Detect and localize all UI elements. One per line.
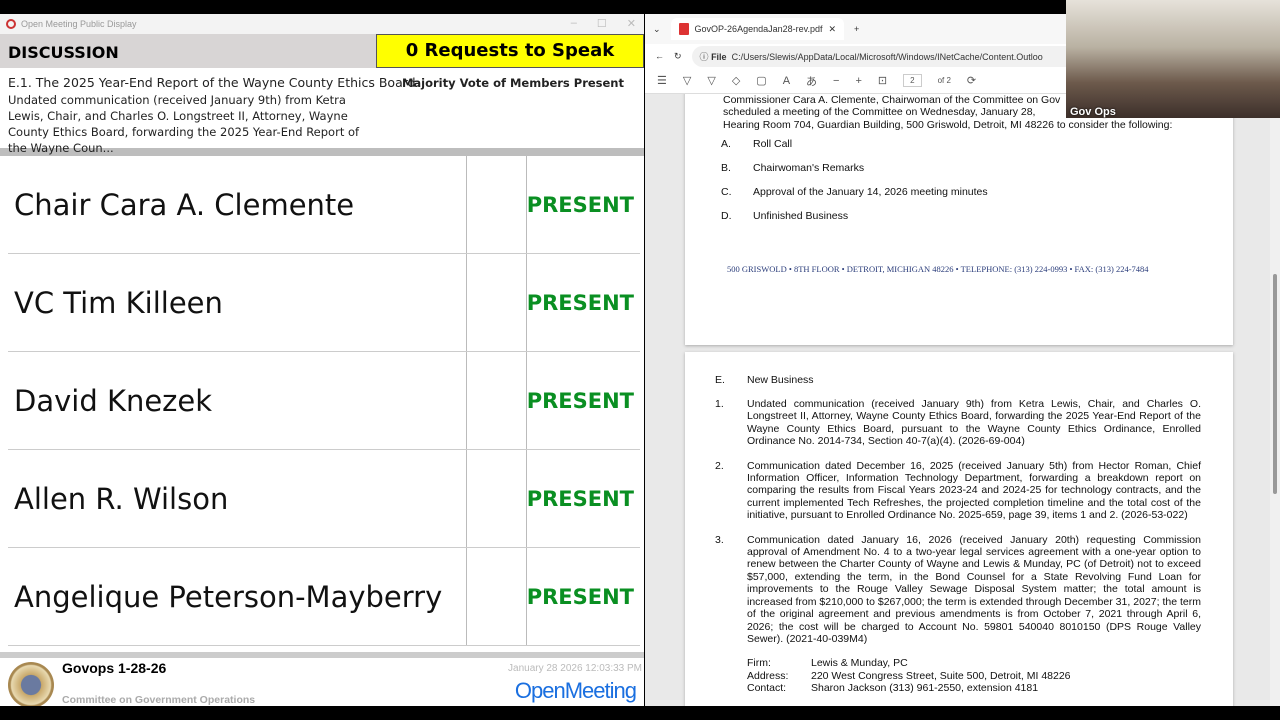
maximize-icon[interactable]: ☐ bbox=[597, 17, 607, 30]
scrollbar-thumb[interactable] bbox=[1273, 274, 1277, 494]
browser-tab[interactable]: GovOP-26AgendaJan28-rev.pdf ✕ bbox=[670, 18, 845, 40]
close-icon[interactable]: ✕ bbox=[627, 17, 636, 30]
highlight-icon[interactable]: ▽ bbox=[683, 74, 691, 87]
member-name: VC Tim Killeen bbox=[8, 254, 467, 351]
county-seal-icon bbox=[8, 662, 54, 708]
roster-row: VC Tim Killeen PRESENT bbox=[8, 254, 640, 352]
agenda-letter: A. bbox=[721, 138, 731, 150]
openmeeting-logo: OpenMeeting bbox=[514, 678, 637, 703]
pdf-icon bbox=[678, 23, 689, 35]
agenda-letter: C. bbox=[721, 186, 732, 198]
minimize-icon[interactable]: – bbox=[571, 17, 577, 30]
refresh-icon[interactable]: ↻ bbox=[674, 51, 682, 62]
contact-key: Address: bbox=[747, 669, 789, 682]
roster: Chair Cara A. Clemente PRESENT VC Tim Kil… bbox=[8, 156, 640, 646]
roster-row: Allen R. Wilson PRESENT bbox=[8, 450, 640, 548]
agenda-item: C. Approval of the January 14, 2026 meeti… bbox=[721, 186, 988, 198]
contents-icon[interactable]: ☰ bbox=[657, 74, 667, 87]
item-text: Undated communication (received January … bbox=[747, 398, 1201, 448]
tab-list-chevron-icon[interactable]: ⌄ bbox=[653, 24, 661, 35]
member-status: PRESENT bbox=[526, 290, 634, 315]
member-name: Allen R. Wilson bbox=[8, 450, 467, 547]
draw-icon[interactable]: ▽ bbox=[707, 74, 715, 87]
window-titlebar: Open Meeting Public Display – ☐ ✕ bbox=[0, 14, 644, 34]
contact-value: 220 West Congress Street, Suite 500, Det… bbox=[811, 669, 1071, 682]
committee-name: Committee on Government Operations bbox=[62, 694, 256, 706]
member-name: David Knezek bbox=[8, 352, 467, 449]
contact-key: Firm: bbox=[747, 657, 771, 670]
item-body: Undated communication (received January … bbox=[8, 93, 360, 155]
scrollbar[interactable] bbox=[1270, 94, 1280, 706]
window-title: Open Meeting Public Display bbox=[21, 19, 137, 29]
member-status: PRESENT bbox=[526, 192, 634, 217]
close-tab-icon[interactable]: ✕ bbox=[828, 24, 836, 35]
agenda-text: Approval of the January 14, 2026 meeting… bbox=[753, 186, 988, 198]
agenda-item: 2. Communication dated December 16, 2025 … bbox=[715, 460, 1201, 522]
agenda-item: 3. Communication dated January 16, 2026 (… bbox=[715, 534, 1201, 646]
pdf-text: Hearing Room 704, Guardian Building, 500… bbox=[723, 118, 1173, 131]
item-number: 2. bbox=[715, 459, 724, 472]
pdf-page: E. New Business 1. Undated communication (… bbox=[685, 352, 1233, 706]
roster-row: Angelique Peterson-Mayberry PRESENT bbox=[8, 548, 640, 646]
roster-row: David Knezek PRESENT bbox=[8, 352, 640, 450]
pdf-page: Commissioner Cara A. Clemente, Chairwoma… bbox=[685, 94, 1233, 345]
open-meeting-display: Open Meeting Public Display – ☐ ✕ DISCUSSI… bbox=[0, 14, 644, 708]
item-number: 3. bbox=[715, 533, 724, 546]
page-count: of 2 bbox=[937, 76, 951, 85]
url-text: C:/Users/Slewis/AppData/Local/Microsoft/… bbox=[731, 51, 1043, 62]
agenda-text: Roll Call bbox=[753, 138, 793, 150]
video-feed: Gov Ops bbox=[1066, 0, 1280, 118]
contact-block: Firm: Lewis & Munday, PC Address: 220 West… bbox=[715, 657, 1201, 694]
back-icon[interactable]: ← bbox=[655, 51, 664, 61]
agenda-item: D. Unfinished Business bbox=[721, 210, 988, 222]
translate-icon[interactable]: あ bbox=[806, 73, 817, 89]
member-name: Angelique Peterson-Mayberry bbox=[8, 548, 467, 645]
rotate-icon[interactable]: ⟳ bbox=[967, 74, 976, 87]
vote-type: Majority Vote of Members Present bbox=[401, 76, 624, 90]
agenda-letter: D. bbox=[721, 210, 732, 222]
page-number-input[interactable]: 2 bbox=[903, 74, 922, 87]
item-text: Communication dated January 16, 2026 (re… bbox=[747, 533, 1201, 645]
new-tab-icon[interactable]: + bbox=[854, 24, 859, 34]
read-aloud-icon[interactable]: A bbox=[783, 75, 790, 87]
contact-value: Sharon Jackson (313) 961-2550, extension… bbox=[811, 682, 1039, 695]
item-number: 1. bbox=[715, 398, 724, 410]
agenda-item: 1. Undated communication (received Januar… bbox=[715, 398, 1201, 448]
requests-to-speak: 0 Requests to Speak bbox=[376, 34, 644, 68]
letterhead-address: 500 GRISWOLD • 8TH FLOOR • DETROIT, MICH… bbox=[727, 264, 1149, 274]
member-name: Chair Cara A. Clemente bbox=[8, 156, 467, 253]
contact-key: Contact: bbox=[747, 682, 787, 695]
footer: Govops 1-28-26 Committee on Government O… bbox=[0, 652, 644, 708]
pdf-viewer[interactable]: Commissioner Cara A. Clemente, Chairwoma… bbox=[645, 94, 1270, 706]
taskbar-strip bbox=[0, 706, 1280, 720]
agenda-item: A. Roll Call bbox=[721, 138, 988, 150]
member-status: PRESENT bbox=[526, 584, 634, 609]
app-logo-icon bbox=[6, 19, 16, 29]
eraser-icon[interactable]: ◇ bbox=[732, 74, 740, 87]
agenda-letter: B. bbox=[721, 162, 731, 174]
zoom-in-icon[interactable]: + bbox=[855, 75, 861, 87]
roster-row: Chair Cara A. Clemente PRESENT bbox=[8, 156, 640, 254]
zoom-out-icon[interactable]: − bbox=[833, 75, 839, 87]
text-icon[interactable]: ▢ bbox=[756, 74, 766, 87]
section-title: New Business bbox=[747, 374, 814, 386]
section-letter: E. bbox=[715, 374, 725, 386]
agenda-text: Chairwoman's Remarks bbox=[753, 162, 865, 174]
agenda-text: Unfinished Business bbox=[753, 210, 849, 222]
url-scheme: File bbox=[711, 51, 727, 62]
member-status: PRESENT bbox=[526, 388, 634, 413]
tab-title: GovOP-26AgendaJan28-rev.pdf bbox=[694, 24, 823, 34]
item-text: Communication dated December 16, 2025 (r… bbox=[747, 459, 1201, 522]
datetime: January 28 2026 12:03:33 PM bbox=[508, 663, 642, 674]
section-label: DISCUSSION bbox=[0, 34, 376, 68]
contact-value: Lewis & Munday, PC bbox=[811, 657, 908, 670]
agenda-item: B. Chairwoman's Remarks bbox=[721, 162, 988, 174]
meeting-title: Govops 1-28-26 bbox=[62, 660, 167, 676]
fit-icon[interactable]: ⊡ bbox=[878, 74, 887, 87]
member-status: PRESENT bbox=[526, 486, 634, 511]
video-caption: Gov Ops bbox=[1070, 106, 1116, 118]
section-heading: E. New Business bbox=[715, 374, 1201, 386]
item-description: E.1. The 2025 Year-End Report of the Way… bbox=[0, 68, 644, 155]
